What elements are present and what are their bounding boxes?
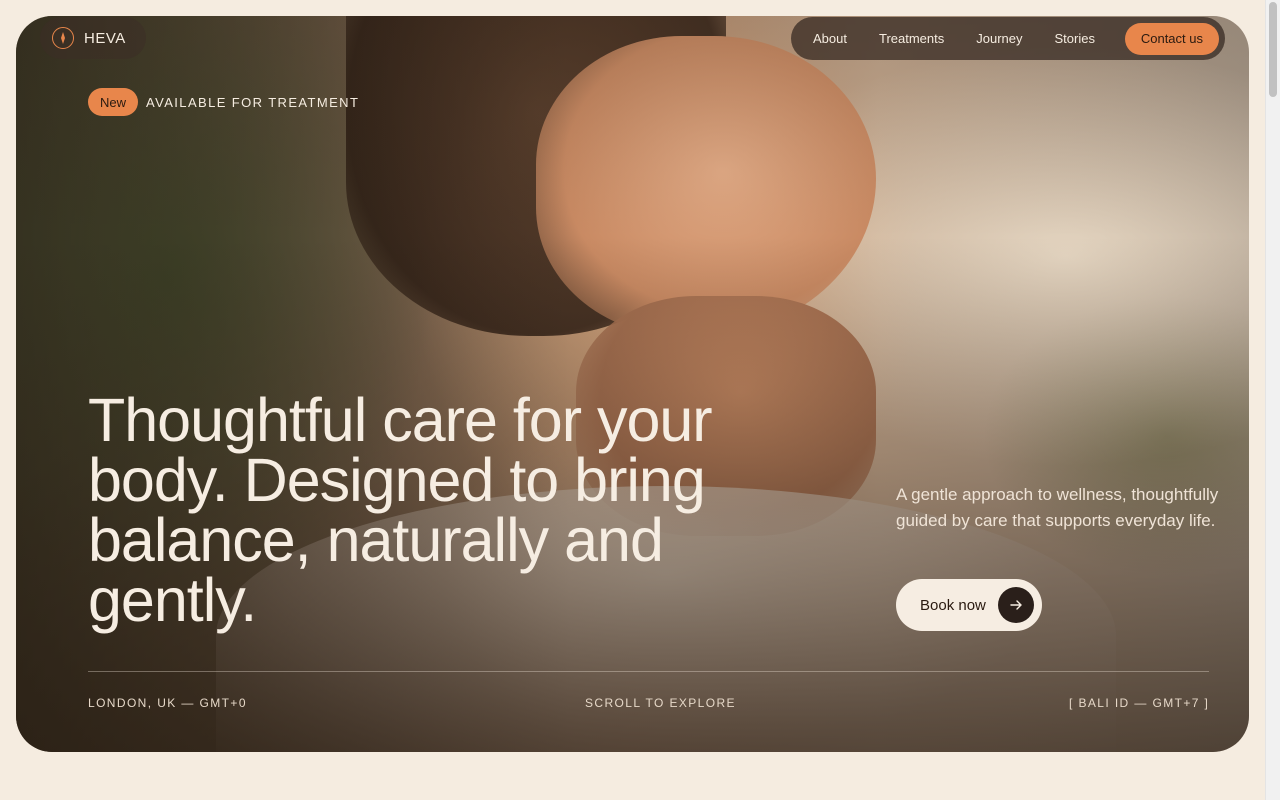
contact-us-button[interactable]: Contact us [1124,22,1219,55]
brand-logo[interactable]: HEVA [40,17,146,59]
arrow-right-icon [998,587,1034,623]
hero-image-overlay [16,16,1249,752]
book-now-button[interactable]: Book now [896,579,1042,631]
availability-text: AVAILABLE FOR TREATMENT [146,94,360,110]
nav-item-treatments[interactable]: Treatments [863,23,960,55]
hero-headline: Thoughtful care for your body. Designed … [88,386,713,634]
scrollbar-thumb[interactable] [1269,2,1277,97]
availability-row: New AVAILABLE FOR TREATMENT [88,88,359,116]
book-now-label: Book now [920,596,986,614]
nav-item-about[interactable]: About [797,23,863,55]
nav-item-journey[interactable]: Journey [960,23,1038,55]
brand-name: HEVA [84,29,126,47]
location-right: [ BALI ID — GMT+7 ] [1069,696,1210,710]
scroll-hint: SCROLL TO EXPLORE [585,696,736,710]
hero-lede: A gentle approach to wellness, thoughtfu… [896,485,1219,530]
nav-item-stories[interactable]: Stories [1039,23,1111,55]
compass-icon [52,27,74,49]
main-nav: About Treatments Journey Stories Contact… [791,17,1225,60]
new-badge: New [88,88,139,116]
hero-section: New AVAILABLE FOR TREATMENT Thoughtful c… [16,16,1249,752]
page-scrollbar[interactable] [1265,0,1280,800]
hero-divider [88,671,1209,672]
location-left: LONDON, UK — GMT+0 [88,696,247,710]
